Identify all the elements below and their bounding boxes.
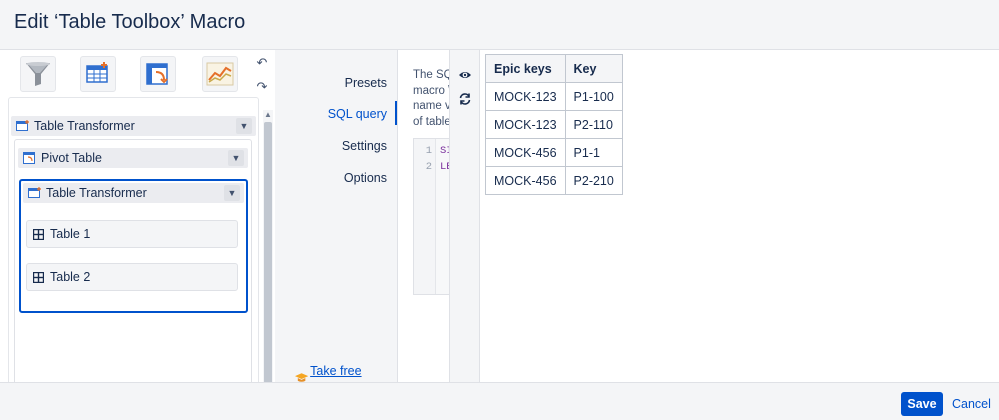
tree-node-label: Table Transformer (34, 119, 135, 133)
table-grid-icon (33, 228, 44, 240)
nav-presets[interactable]: Presets (345, 76, 387, 90)
macro-tree: Table Transformer ▼ Pivot Table ▼ Table … (8, 97, 259, 420)
chevron-down-icon[interactable]: ▼ (236, 118, 252, 134)
nav-sql-query[interactable]: SQL query (328, 107, 387, 121)
redo-icon[interactable]: ↷ (254, 80, 270, 94)
tree-table-2[interactable]: Table 2 (26, 263, 238, 291)
nav-options[interactable]: Options (344, 171, 387, 185)
table-cell: P2-210 (564, 166, 623, 195)
dialog-title: Edit ‘Table Toolbox’ Macro (14, 11, 246, 33)
tree-table-1[interactable]: Table 1 (26, 220, 238, 248)
dialog-header: Edit ‘Table Toolbox’ Macro (0, 0, 999, 50)
table-cell: MOCK-456 (485, 138, 566, 167)
filter-tool-button[interactable] (20, 56, 56, 92)
table-row: MOCK-123 P1-100 (485, 82, 623, 111)
undo-icon[interactable]: ↶ (254, 56, 270, 70)
preview-toolbar (449, 50, 480, 382)
column-header: Key (564, 54, 623, 83)
desc-line: of table (413, 115, 449, 128)
table-header-row: Epic keys Key (485, 54, 623, 83)
tree-node-label: Pivot Table (41, 151, 102, 165)
result-table: Epic keys Key MOCK-123 P1-100 MOCK-123 P… (485, 54, 623, 195)
code-line[interactable]: LE (440, 161, 449, 173)
line-number: 2 (425, 161, 432, 173)
scrollbar-thumb[interactable] (264, 122, 272, 417)
table-cell: P1-100 (564, 82, 623, 111)
line-number: 1 (425, 145, 432, 157)
settings-nav: Presets SQL query Settings Options Take … (275, 50, 397, 392)
table-transformer-icon (16, 120, 29, 131)
cancel-button[interactable]: Cancel (952, 397, 991, 411)
table-row: MOCK-456 P2-210 (485, 166, 623, 195)
table-cell: P1-1 (564, 138, 623, 167)
eye-icon[interactable] (458, 68, 472, 82)
tree-node-selected[interactable]: Table Transformer ▼ Table 1 Table 2 (19, 179, 248, 313)
code-line[interactable]: SI (440, 145, 449, 157)
chevron-down-icon[interactable]: ▼ (224, 185, 240, 201)
refresh-icon[interactable] (458, 92, 472, 106)
result-preview: Epic keys Key MOCK-123 P1-100 MOCK-123 P… (480, 50, 999, 382)
table-row: MOCK-123 P2-110 (485, 110, 623, 139)
table-grid-icon (33, 271, 44, 283)
sql-editor[interactable]: 1 SI 2 LE (413, 138, 449, 295)
desc-line: The SQ (413, 69, 449, 81)
tree-node-label: Table Transformer (46, 186, 147, 200)
macro-tree-pane: ↶ ↷ Table Transformer ▼ Pivot Table ▼ Ta… (0, 50, 275, 420)
table-add-icon (86, 62, 108, 83)
table-transformer-icon (28, 187, 41, 198)
table-cell: MOCK-456 (485, 166, 566, 195)
pivot-table-icon (23, 152, 35, 164)
tree-table-label: Table 1 (50, 227, 91, 241)
save-button[interactable]: Save (901, 392, 943, 416)
table-transformer-tool-button[interactable] (80, 56, 116, 92)
sql-query-panel: The SQ macro \ name v of table 1 SI 2 LE (397, 50, 449, 382)
scroll-up-icon[interactable]: ▲ (263, 110, 273, 119)
chevron-down-icon[interactable]: ▼ (228, 150, 244, 166)
table-row: MOCK-456 P1-1 (485, 138, 623, 167)
tree-node-table-transformer[interactable]: Table Transformer ▼ (11, 116, 256, 136)
pivot-table-icon (146, 63, 168, 85)
tree-node-table-transformer-inner[interactable]: Table Transformer ▼ (23, 183, 244, 203)
desc-line: macro \ (413, 84, 449, 97)
table-cell: MOCK-123 (485, 82, 566, 111)
tree-node-pivot-table[interactable]: Pivot Table ▼ (18, 148, 248, 168)
chart-icon (206, 62, 234, 86)
table-cell: P2-110 (564, 110, 623, 139)
tree-table-label: Table 2 (50, 270, 91, 284)
dialog-footer: Save Cancel (0, 382, 999, 420)
sql-description: The SQ macro \ name v of table (413, 68, 449, 130)
funnel-icon (26, 62, 50, 86)
nav-settings[interactable]: Settings (342, 139, 387, 153)
chart-tool-button[interactable] (202, 56, 238, 92)
desc-line: name v (413, 100, 449, 112)
pivot-table-tool-button[interactable] (140, 56, 176, 92)
tree-scrollbar[interactable]: ▲ ▼ (263, 110, 273, 420)
tree-node-container: Pivot Table ▼ Table Transformer ▼ Table … (14, 139, 252, 399)
column-header: Epic keys (485, 54, 566, 83)
table-cell: MOCK-123 (485, 110, 566, 139)
